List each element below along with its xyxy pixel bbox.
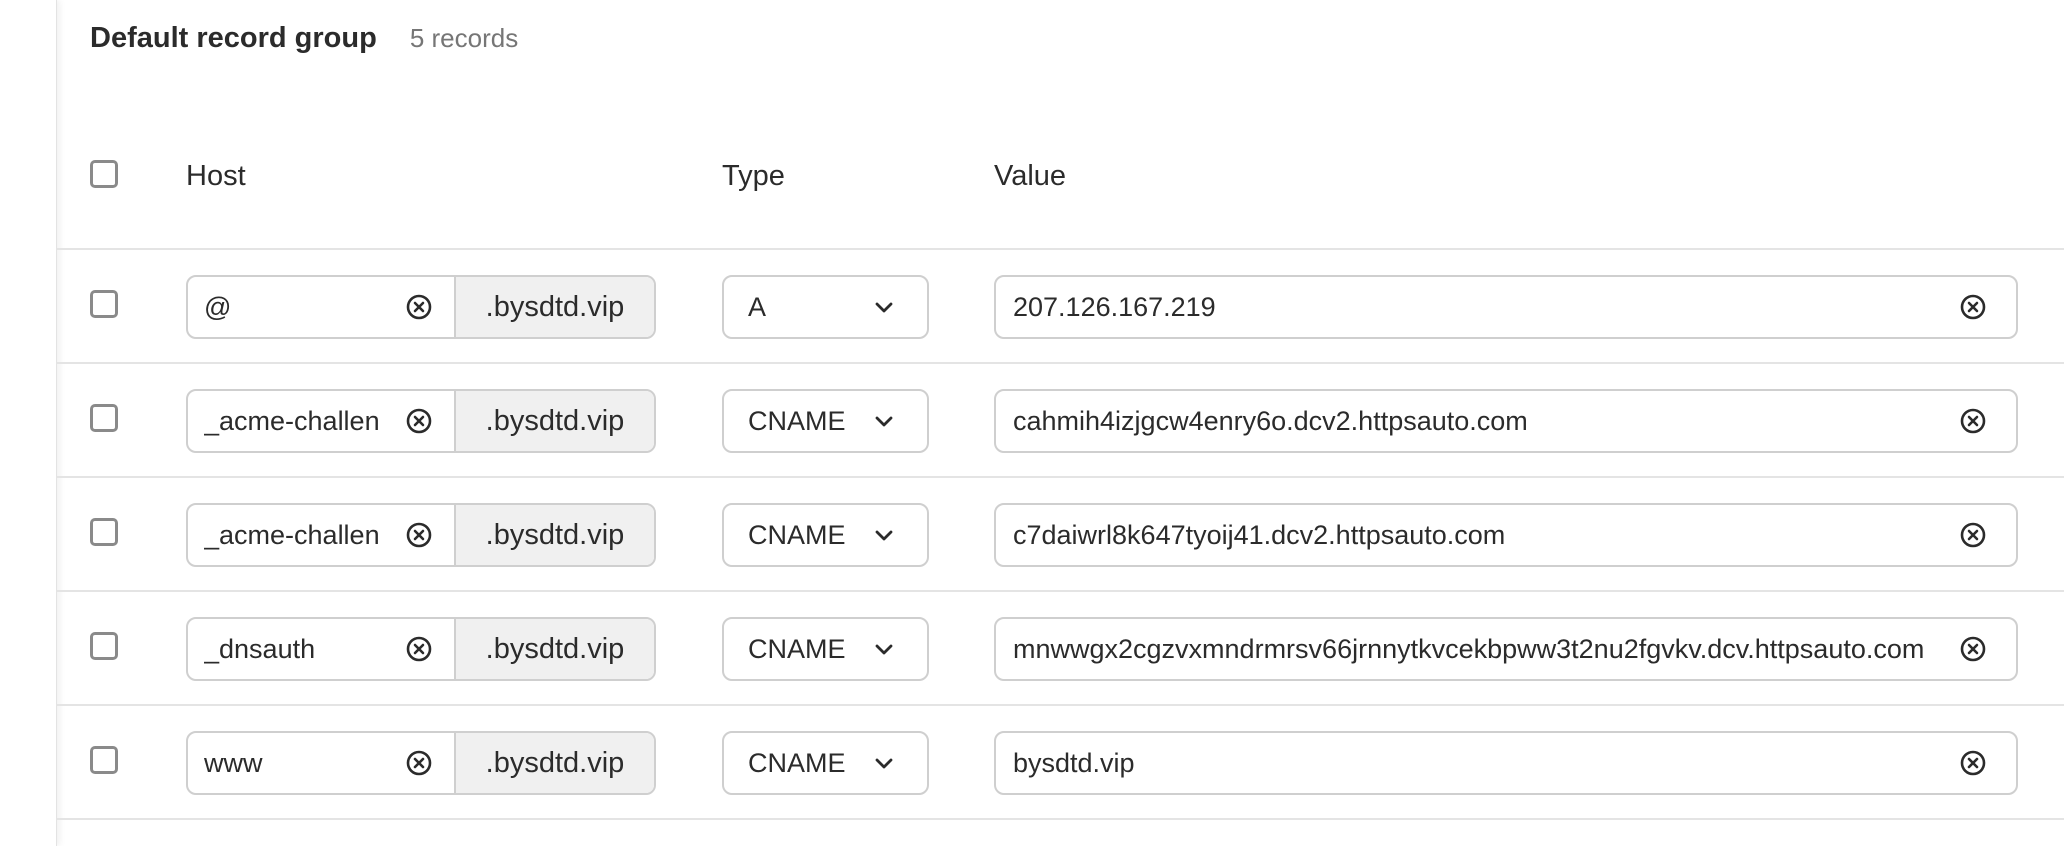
type-value: CNAME — [748, 634, 846, 664]
domain-suffix: .bysdtd.vip — [456, 733, 654, 793]
clear-icon[interactable] — [1958, 520, 1988, 550]
value-text: 207.126.167.219 — [1013, 292, 1216, 322]
host-input[interactable]: @ — [188, 277, 456, 337]
left-rail — [0, 0, 57, 846]
value-input[interactable]: mnwwgx2cgzvxmndrmrsv66jrnnytkvcekbpww3t2… — [994, 617, 2018, 681]
value-text: cahmih4izjgcw4enry6o.dcv2.httpsauto.com — [1013, 406, 1528, 436]
row-checkbox[interactable] — [90, 632, 118, 660]
type-select[interactable]: CNAME — [722, 389, 929, 453]
domain-suffix: .bysdtd.vip — [456, 505, 654, 565]
host-value: @ — [204, 292, 232, 322]
row-checkbox[interactable] — [90, 290, 118, 318]
type-select[interactable]: CNAME — [722, 731, 929, 795]
row-checkbox[interactable] — [90, 518, 118, 546]
host-field-group: www .bysdtd.vip — [186, 731, 656, 795]
value-input[interactable]: c7daiwrl8k647tyoij41.dcv2.httpsauto.com — [994, 503, 2018, 567]
host-value: _dnsauth — [204, 634, 316, 664]
select-all-checkbox[interactable] — [90, 160, 118, 188]
record-row: _acme-challenge .bysdtd.vip CNAME cahmih… — [57, 364, 2064, 478]
value-input[interactable]: cahmih4izjgcw4enry6o.dcv2.httpsauto.com — [994, 389, 2018, 453]
chevron-down-icon — [875, 644, 893, 655]
type-value: A — [748, 292, 767, 322]
type-value: CNAME — [748, 406, 846, 436]
record-row: _dnsauth .bysdtd.vip CNAME mnwwgx2cgzvxm… — [57, 592, 2064, 706]
record-row: _acme-challenge .bysdtd.vip CNAME c7daiw… — [57, 478, 2064, 592]
host-field-group: _acme-challenge .bysdtd.vip — [186, 503, 656, 567]
domain-suffix: .bysdtd.vip — [456, 277, 654, 337]
host-input[interactable]: _acme-challenge — [188, 391, 456, 451]
clear-icon[interactable] — [1958, 748, 1988, 778]
clear-icon[interactable] — [404, 292, 434, 322]
host-value: _acme-challenge — [204, 406, 380, 436]
host-value: www — [204, 748, 263, 778]
record-count: 5 records — [409, 23, 519, 53]
clear-icon[interactable] — [404, 634, 434, 664]
record-group-panel: Default record group 5 records Host Type… — [57, 0, 2064, 846]
value-input[interactable]: 207.126.167.219 — [994, 275, 2018, 339]
host-value: _acme-challenge — [204, 520, 380, 550]
domain-suffix: .bysdtd.vip — [456, 619, 654, 679]
record-row: @ .bysdtd.vip A 207.126.167.219 — [57, 250, 2064, 364]
domain-suffix: .bysdtd.vip — [456, 391, 654, 451]
table-header: Host Type Value — [57, 128, 2064, 248]
clear-icon[interactable] — [1958, 292, 1988, 322]
clear-icon[interactable] — [404, 406, 434, 436]
clear-icon[interactable] — [404, 520, 434, 550]
row-divider — [57, 818, 2064, 820]
column-header-host: Host — [186, 160, 246, 192]
type-value: CNAME — [748, 520, 846, 550]
value-text: c7daiwrl8k647tyoij41.dcv2.httpsauto.com — [1013, 520, 1506, 550]
column-header-type: Type — [722, 160, 785, 192]
clear-icon[interactable] — [1958, 634, 1988, 664]
row-checkbox[interactable] — [90, 404, 118, 432]
group-header: Default record group 5 records — [90, 22, 518, 55]
type-select[interactable]: CNAME — [722, 503, 929, 567]
host-input[interactable]: _acme-challenge — [188, 505, 456, 565]
row-checkbox[interactable] — [90, 746, 118, 774]
type-select[interactable]: CNAME — [722, 617, 929, 681]
value-input[interactable]: bysdtd.vip — [994, 731, 2018, 795]
value-text: bysdtd.vip — [1013, 748, 1135, 778]
group-title: Default record group — [90, 22, 377, 54]
chevron-down-icon — [875, 758, 893, 769]
type-select[interactable]: A — [722, 275, 929, 339]
chevron-down-icon — [875, 416, 893, 427]
chevron-down-icon — [875, 530, 893, 541]
host-input[interactable]: _dnsauth — [188, 619, 456, 679]
host-field-group: _acme-challenge .bysdtd.vip — [186, 389, 656, 453]
clear-icon[interactable] — [1958, 406, 1988, 436]
record-row: www .bysdtd.vip CNAME bysdtd.vip — [57, 706, 2064, 820]
type-value: CNAME — [748, 748, 846, 778]
host-input[interactable]: www — [188, 733, 456, 793]
chevron-down-icon — [875, 302, 893, 313]
host-field-group: _dnsauth .bysdtd.vip — [186, 617, 656, 681]
value-text: mnwwgx2cgzvxmndrmrsv66jrnnytkvcekbpww3t2… — [1013, 634, 1925, 664]
host-field-group: @ .bysdtd.vip — [186, 275, 656, 339]
clear-icon[interactable] — [404, 748, 434, 778]
column-header-value: Value — [994, 160, 1067, 192]
